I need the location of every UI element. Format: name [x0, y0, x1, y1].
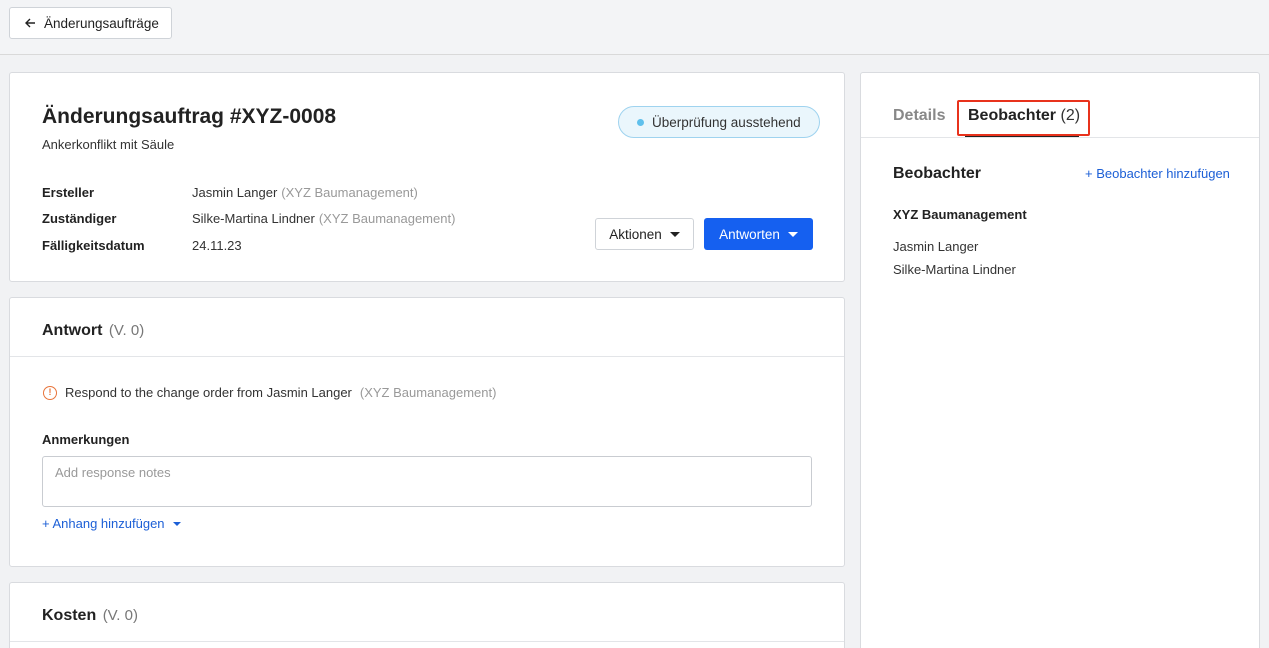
actions-label: Aktionen [609, 226, 662, 242]
field-value: Silke-Martina Lindner [192, 211, 315, 227]
status-label: Überprüfung ausstehend [652, 114, 801, 130]
field-row-due-date: Fälligkeitsdatum 24.11.23 [42, 232, 455, 259]
warning-icon: ! [43, 385, 57, 400]
add-attachment-label: + Anhang hinzufügen [42, 516, 165, 531]
divider [10, 641, 844, 642]
tab-watchers-count: (2) [1060, 107, 1081, 124]
notice-org: (XYZ Baumanagement) [359, 385, 497, 400]
costs-version: (V. 0) [102, 607, 138, 624]
field-value: 24.11.23 [192, 237, 242, 253]
field-label: Zuständiger [42, 211, 117, 227]
reply-label: Antworten [719, 226, 780, 242]
caret-down-icon [787, 231, 798, 237]
page-title: Änderungsauftrag #XYZ-0008 [42, 105, 337, 128]
watcher-org-name: XYZ Baumanagement [893, 207, 1027, 222]
response-card: Antwort (V. 0) ! Respond to the change o… [9, 297, 845, 567]
field-row-assignee: Zuständiger Silke-Martina Lindner (XYZ B… [42, 206, 455, 233]
back-button-label: Änderungsaufträge [44, 15, 159, 31]
tabs-divider [861, 137, 1259, 138]
costs-title: Kosten [42, 607, 97, 624]
costs-heading: Kosten (V. 0) [42, 607, 138, 625]
response-title: Antwort [42, 322, 103, 339]
add-watcher-link[interactable]: + Beobachter hinzufügen [1085, 166, 1230, 181]
field-label: Ersteller [42, 184, 95, 200]
tab-details[interactable]: Details [893, 107, 945, 125]
response-heading: Antwort (V. 0) [42, 322, 144, 340]
field-org: (XYZ Baumanagement) [318, 211, 456, 227]
notes-label: Anmerkungen [42, 432, 130, 447]
page-subtitle: Ankerkonflikt mit Säule [42, 137, 175, 152]
caret-down-icon [172, 521, 181, 526]
meta-fields: Ersteller Jasmin Langer (XYZ Baumanageme… [42, 179, 455, 259]
watcher-item: Silke-Martina Lindner [893, 262, 1016, 277]
notice-text: Respond to the change order from Jasmin … [65, 385, 352, 400]
divider [10, 356, 844, 357]
caret-down-icon [669, 231, 680, 237]
field-org: (XYZ Baumanagement) [281, 184, 418, 200]
reply-dropdown-button[interactable]: Antworten [704, 218, 813, 250]
costs-card: Kosten (V. 0) [9, 582, 845, 648]
sidebar-panel: Details Beobachter (2) Beobachter + Beob… [860, 72, 1260, 648]
top-bar: Änderungsaufträge [0, 0, 1269, 55]
watchers-heading: Beobachter [893, 165, 982, 182]
add-attachment-link[interactable]: + Anhang hinzufügen [42, 516, 181, 531]
change-order-header-card: Änderungsauftrag #XYZ-0008 Ankerkonflikt… [9, 72, 845, 282]
field-row-creator: Ersteller Jasmin Langer (XYZ Baumanageme… [42, 179, 455, 206]
field-label: Fälligkeitsdatum [42, 237, 145, 253]
back-button[interactable]: Änderungsaufträge [9, 7, 172, 39]
response-notice: ! Respond to the change order from Jasmi… [43, 385, 496, 400]
tab-watchers-label: Beobachter [968, 107, 1057, 124]
actions-dropdown-button[interactable]: Aktionen [595, 218, 694, 250]
tab-watchers[interactable]: Beobachter (2) [968, 107, 1080, 125]
response-notes-input[interactable] [42, 456, 812, 507]
response-version: (V. 0) [108, 322, 145, 339]
arrow-left-icon [25, 18, 35, 28]
field-value: Jasmin Langer [192, 184, 278, 200]
status-badge: Überprüfung ausstehend [618, 106, 820, 138]
watcher-item: Jasmin Langer [893, 239, 979, 254]
status-dot-icon [637, 118, 644, 126]
